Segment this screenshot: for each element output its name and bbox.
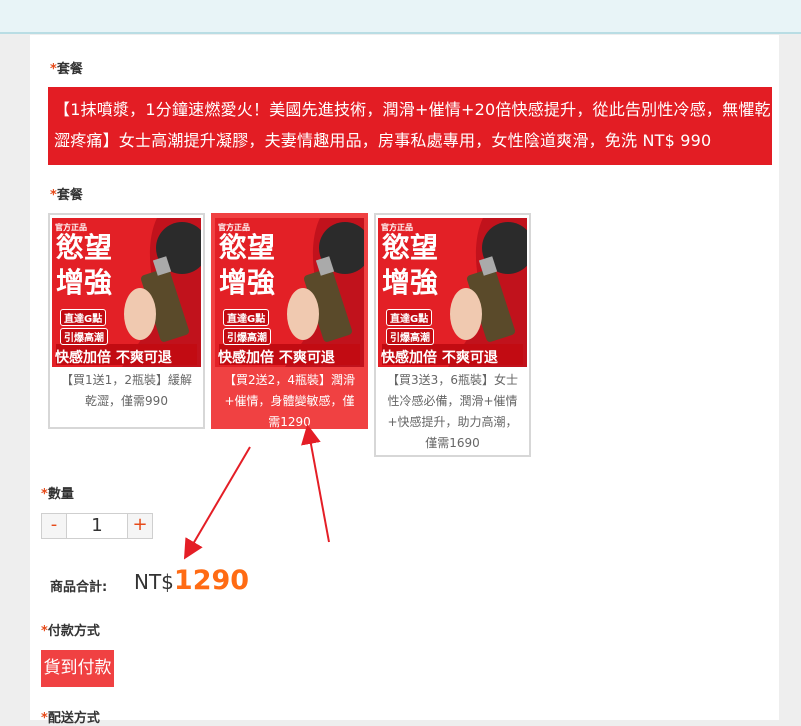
increase-button[interactable]: +	[127, 513, 153, 539]
subtotal-amount: NT$1290	[134, 565, 249, 596]
tag-text: 直達G點	[223, 309, 270, 326]
headline-text: 慾望	[56, 231, 113, 264]
footer-text: 快感加倍 不爽可退	[381, 350, 498, 366]
quantity-stepper: - 1 +	[41, 513, 153, 539]
required-star: *	[41, 487, 48, 502]
option-caption: 【買3送3，6瓶裝】女士性冷感必備，潤滑+催情+快感提升，助力高潮，僅需1690	[387, 373, 518, 450]
option-caption: 【買1送1，2瓶裝】緩解乾澀，僅需990	[61, 373, 192, 408]
tag-text: 直達G點	[386, 309, 433, 326]
headline-text: 增強	[382, 266, 439, 299]
shipping-label-text: 配送方式	[47, 711, 100, 726]
package-option-3[interactable]: 官方正品 慾望 增強 直達G點 引爆高潮 快感加倍 不爽可退 【買3送3，6瓶裝…	[374, 213, 531, 457]
decrease-button[interactable]: -	[41, 513, 67, 539]
footer-text: 快感加倍 不爽可退	[218, 350, 335, 366]
required-star: *	[50, 62, 57, 77]
package-option-2[interactable]: 官方正品 慾望 增強 直達G點 引爆高潮 快感加倍 不爽可退 【買2送2，4瓶裝…	[211, 213, 368, 429]
tag-text: 直達G點	[60, 309, 107, 326]
headline-text: 增強	[56, 266, 113, 299]
quantity-label-text: 數量	[47, 487, 74, 502]
currency: NT$	[134, 570, 174, 594]
top-bar	[0, 0, 801, 34]
required-star: *	[41, 711, 48, 726]
footer-text: 快感加倍 不爽可退	[55, 350, 172, 366]
cod-payment-button[interactable]: 貨到付款	[41, 650, 114, 687]
product-image: 官方正品 慾望 增強 直達G點 引爆高潮 快感加倍 不爽可退	[215, 218, 364, 367]
package-option-1[interactable]: 官方正品 慾望 增強 直達G點 引爆高潮 快感加倍 不爽可退 【買1送1，2瓶裝…	[48, 213, 205, 429]
headline-text: 增強	[219, 266, 276, 299]
package-label: *套餐	[50, 58, 83, 77]
package-label-2: *套餐	[50, 184, 83, 203]
subtotal-label: 商品合計:	[50, 580, 108, 595]
required-star: *	[50, 188, 57, 203]
product-image: 官方正品 慾望 增強 直達G點 引爆高潮 快感加倍 不爽可退	[52, 218, 201, 367]
package-label-text: 套餐	[56, 62, 83, 77]
order-form: *套餐 【1抹噴漿，1分鐘速燃愛火！美國先進技術，潤滑+催情+20倍快感提升，從…	[30, 35, 779, 726]
product-image: 官方正品 慾望 增強 直達G點 引爆高潮 快感加倍 不爽可退	[378, 218, 527, 367]
payment-label-text: 付款方式	[47, 624, 100, 639]
headline-text: 慾望	[382, 231, 439, 264]
option-caption: 【買2送2，4瓶裝】潤滑+催情，身體變敏感，僅需1290	[224, 373, 355, 429]
tag-text: 引爆高潮	[60, 328, 108, 345]
headline-text: 慾望	[219, 231, 276, 264]
package-option-selected-banner[interactable]: 【1抹噴漿，1分鐘速燃愛火！美國先進技術，潤滑+催情+20倍快感提升，從此告別性…	[48, 87, 772, 165]
tag-text: 引爆高潮	[386, 328, 434, 345]
package-label-text: 套餐	[56, 188, 83, 203]
quantity-label: *數量	[41, 483, 74, 502]
shipping-label: *配送方式	[41, 707, 100, 726]
required-star: *	[41, 624, 48, 639]
price-value: 1290	[173, 565, 250, 596]
quantity-input[interactable]: 1	[67, 513, 127, 539]
tag-text: 引爆高潮	[223, 328, 271, 345]
payment-label: *付款方式	[41, 620, 100, 639]
